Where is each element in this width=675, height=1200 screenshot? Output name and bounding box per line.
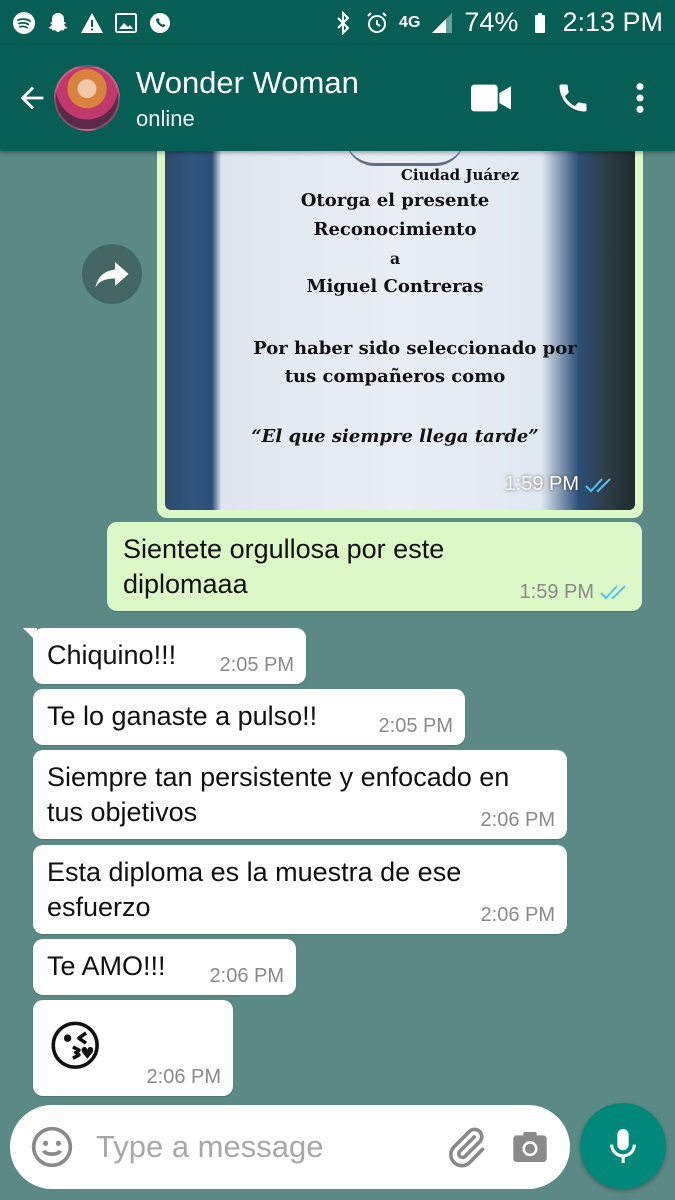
image-time-text: 1:59 PM bbox=[504, 473, 579, 495]
status-bar: 4G 74% 2:13 PM bbox=[0, 0, 675, 45]
message-composer[interactable]: Type a message bbox=[10, 1105, 570, 1189]
diploma-line: a bbox=[389, 249, 401, 268]
diploma-line: “El que siempre llega tarde” bbox=[251, 426, 539, 447]
diploma-line: Otorga el presente bbox=[300, 190, 490, 211]
diploma-photo: Ciudad Juárez Otorga el presente Reconoc… bbox=[165, 150, 635, 510]
message-time-text: 1:59 PM bbox=[519, 581, 594, 603]
image-timestamp: 1:59 PM bbox=[505, 473, 615, 496]
message-text: Esta diploma es la muestra de ese esfuer… bbox=[47, 857, 462, 922]
message-text: Sientete orgullosa por este diplomaaa bbox=[123, 534, 445, 599]
warning-icon bbox=[80, 11, 104, 35]
message-time: 2:05 PM bbox=[378, 715, 453, 737]
diploma: Ciudad Juárez Otorga el presente Reconoc… bbox=[235, 150, 577, 510]
image-message[interactable]: Ciudad Juárez Otorga el presente Reconoc… bbox=[157, 150, 643, 518]
double-check-icon bbox=[585, 477, 611, 492]
message-time: 2:06 PM bbox=[146, 1066, 221, 1088]
message-bubble[interactable]: Sientete orgullosa por este diplomaaa 1:… bbox=[107, 522, 642, 611]
message-bubble[interactable]: Chiquino!!! 2:05 PM bbox=[23, 628, 306, 684]
contact-status: online bbox=[136, 106, 195, 131]
spotify-icon bbox=[12, 11, 36, 35]
message-time: 2:05 PM bbox=[219, 654, 294, 676]
diploma-line: Reconocimiento bbox=[313, 219, 477, 240]
message-time: 2:06 PM bbox=[480, 809, 555, 831]
message-time: 2:06 PM bbox=[480, 904, 555, 926]
double-check-icon bbox=[600, 585, 626, 600]
diploma-ribbon bbox=[345, 150, 465, 166]
microphone-icon bbox=[610, 1129, 636, 1163]
phone-icon[interactable] bbox=[555, 80, 591, 116]
image-icon bbox=[114, 11, 138, 35]
diploma-line: Por haber sido seleccionado por bbox=[253, 338, 577, 359]
network-type: 4G bbox=[399, 13, 421, 31]
battery-icon bbox=[528, 11, 552, 35]
contact-name: Wonder Woman bbox=[136, 65, 359, 100]
snapchat-icon bbox=[46, 11, 70, 35]
message-text: Siempre tan persistente y enfocado en tu… bbox=[47, 762, 510, 827]
voice-message-button[interactable] bbox=[580, 1103, 666, 1189]
forward-button[interactable] bbox=[82, 244, 142, 304]
message-bubble[interactable]: Siempre tan persistente y enfocado en tu… bbox=[33, 750, 567, 839]
avatar[interactable] bbox=[54, 65, 120, 131]
signal-icon bbox=[430, 11, 454, 35]
alarm-icon bbox=[365, 11, 389, 35]
bluetooth-icon bbox=[331, 10, 355, 35]
diploma-line: tus compañeros como bbox=[284, 366, 506, 387]
diploma-line: Miguel Contreras bbox=[306, 276, 484, 297]
message-input[interactable]: Type a message bbox=[96, 1129, 444, 1165]
forward-icon bbox=[95, 262, 129, 288]
message-bubble[interactable]: Esta diploma es la muestra de ese esfuer… bbox=[33, 845, 567, 934]
bubble-tail bbox=[23, 628, 37, 642]
emoji-icon[interactable] bbox=[30, 1125, 74, 1169]
camera-icon[interactable] bbox=[510, 1127, 550, 1167]
whatsapp-icon bbox=[148, 11, 172, 35]
diploma-line: Ciudad Juárez bbox=[400, 166, 520, 184]
more-options-icon[interactable] bbox=[635, 81, 645, 115]
video-call-icon[interactable] bbox=[471, 84, 511, 112]
message-bubble[interactable]: Te AMO!!! 2:06 PM bbox=[33, 939, 296, 995]
battery-percent: 74% bbox=[464, 7, 519, 37]
message-bubble[interactable]: Te lo ganaste a pulso!! 2:05 PM bbox=[33, 689, 465, 745]
message-time: 1:59 PM bbox=[520, 581, 630, 603]
message-time: 2:06 PM bbox=[209, 965, 284, 987]
back-arrow-icon[interactable] bbox=[12, 78, 52, 118]
contact-info[interactable]: Wonder Woman online bbox=[136, 64, 359, 132]
chat-header: Wonder Woman online bbox=[0, 45, 675, 151]
attach-icon[interactable] bbox=[444, 1125, 488, 1169]
message-bubble[interactable]: 😘 2:06 PM bbox=[33, 1000, 233, 1096]
clock: 2:13 PM bbox=[562, 7, 663, 37]
